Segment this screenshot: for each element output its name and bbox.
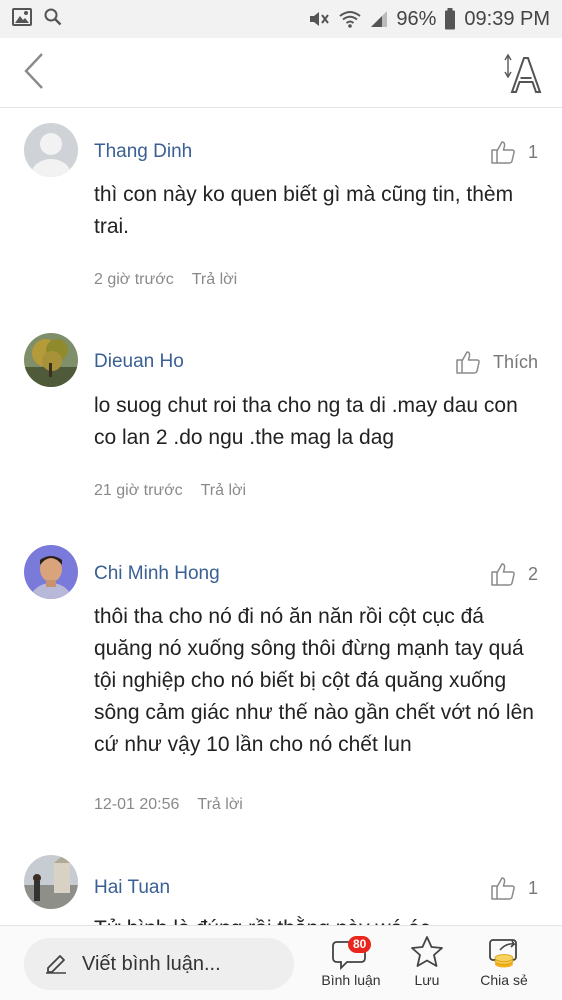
chevron-left-icon xyxy=(23,52,45,95)
font-size-button[interactable] xyxy=(502,50,546,96)
app-header xyxy=(0,38,562,108)
save-button[interactable]: Lưu xyxy=(400,934,454,988)
comment-author[interactable]: Hai Tuan xyxy=(94,877,170,899)
comment-item: Chi Minh Hong 2 thôi tha cho nó đi nó ăn… xyxy=(0,531,562,841)
like-count: 2 xyxy=(527,563,538,584)
like-count: 1 xyxy=(527,141,538,162)
avatar[interactable] xyxy=(24,123,78,177)
wifi-icon xyxy=(338,9,362,29)
comments-button[interactable]: 80 Bình luận xyxy=(318,934,384,988)
like-button[interactable]: 2 xyxy=(490,561,538,587)
comment-author[interactable]: Dieuan Ho xyxy=(94,351,184,373)
comment-text: lo suog chut roi tha cho ng ta di .may d… xyxy=(94,394,518,449)
reply-button[interactable]: Trả lời xyxy=(197,796,242,814)
clock: 09:39 PM xyxy=(464,7,550,30)
thumbs-up-icon xyxy=(490,139,516,165)
signal-icon xyxy=(370,10,388,28)
battery-percent: 96% xyxy=(396,7,437,30)
share-button[interactable]: Chia sẻ xyxy=(472,934,536,988)
like-button[interactable]: 1 xyxy=(490,875,538,901)
back-button[interactable] xyxy=(14,52,54,94)
image-icon xyxy=(12,7,32,31)
comment-item: Hai Tuan 1 Tử hình là đúng rồi thằng này… xyxy=(0,841,562,925)
comment-list: Thang Dinh 1 thì con này ko quen biết gì… xyxy=(0,109,562,925)
thumbs-up-icon xyxy=(455,349,481,375)
comment-author[interactable]: Chi Minh Hong xyxy=(94,563,220,585)
comment-text: thôi tha cho nó đi nó ăn năn rồi cột cục… xyxy=(94,605,534,756)
status-bar: 96% 09:39 PM xyxy=(0,0,562,38)
comment-time: 2 giờ trước xyxy=(94,271,174,288)
reply-button[interactable]: Trả lời xyxy=(192,271,237,289)
comment-count-badge: 80 xyxy=(348,936,372,953)
comment-meta: 21 giờ trước Trả lời xyxy=(94,482,246,500)
write-comment-placeholder: Viết bình luận... xyxy=(82,952,221,975)
comment-item: Thang Dinh 1 thì con này ko quen biết gì… xyxy=(0,109,562,319)
thumbs-up-icon xyxy=(490,561,516,587)
reply-button[interactable]: Trả lời xyxy=(201,482,246,500)
comment-time: 12-01 20:56 xyxy=(94,796,180,813)
comment-time: 21 giờ trước xyxy=(94,482,183,499)
thumbs-up-icon xyxy=(490,875,516,901)
comment-text: Tử hình là đúng rồi thằng này wá ác xyxy=(94,913,544,925)
star-icon xyxy=(409,934,445,970)
avatar[interactable] xyxy=(24,855,78,909)
battery-icon xyxy=(444,8,456,30)
font-size-icon xyxy=(502,53,546,100)
comment-item: Dieuan Ho Thích lo suog chut roi tha cho… xyxy=(0,319,562,531)
like-button[interactable]: 1 xyxy=(490,139,538,165)
write-comment-input[interactable]: Viết bình luận... xyxy=(24,938,294,990)
bottom-bar: Viết bình luận... 80 Bình luận Lưu Chia … xyxy=(0,925,562,1000)
comment-text: thì con này ko quen biết gì mà cũng tin,… xyxy=(94,183,514,238)
pencil-icon xyxy=(44,950,68,979)
like-button[interactable]: Thích xyxy=(455,349,538,375)
avatar[interactable] xyxy=(24,333,78,387)
share-coins-icon xyxy=(486,934,522,970)
comment-author[interactable]: Thang Dinh xyxy=(94,141,192,163)
search-icon xyxy=(44,8,62,31)
mute-icon xyxy=(308,9,330,29)
like-label: Thích xyxy=(492,351,538,372)
comment-meta: 2 giờ trước Trả lời xyxy=(94,271,237,289)
comment-meta: 12-01 20:56 Trả lời xyxy=(94,796,243,814)
avatar[interactable] xyxy=(24,545,78,599)
like-count: 1 xyxy=(527,877,538,898)
save-label: Lưu xyxy=(414,972,440,988)
share-label: Chia sẻ xyxy=(480,972,528,988)
comments-label: Bình luận xyxy=(321,972,381,988)
